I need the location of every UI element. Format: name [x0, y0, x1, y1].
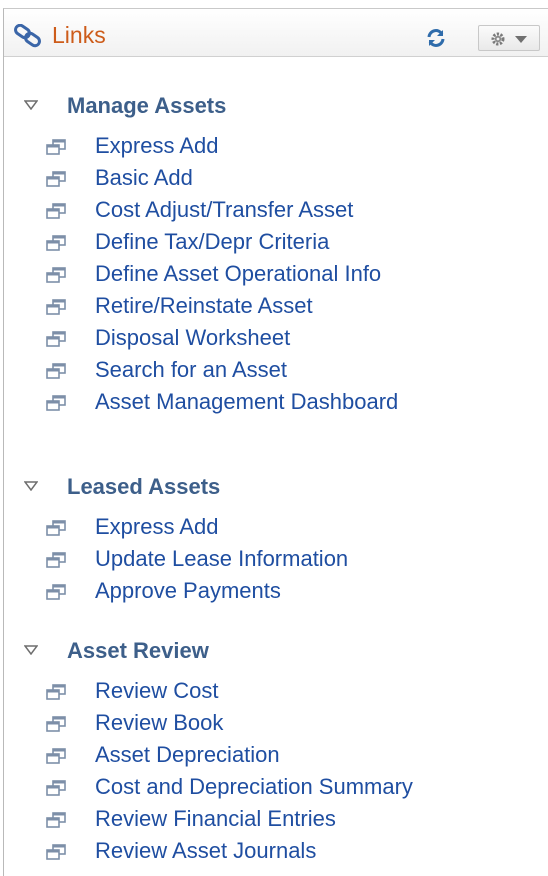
link-item[interactable]: Basic Add	[4, 164, 544, 192]
gear-icon	[491, 32, 505, 46]
links-chain-icon	[14, 24, 41, 48]
pagelet-options-button[interactable]	[478, 25, 540, 51]
link-label[interactable]: Retire/Reinstate Asset	[95, 292, 313, 320]
link-item[interactable]: Retire/Reinstate Asset	[4, 292, 544, 320]
link-item[interactable]: Express Add	[4, 132, 544, 160]
link-label[interactable]: Disposal Worksheet	[95, 324, 290, 352]
window-link-icon	[46, 363, 66, 379]
link-item[interactable]: Express Add	[4, 513, 544, 541]
link-item[interactable]: Approve Payments	[4, 577, 544, 605]
window-link-icon	[46, 203, 66, 219]
section-title: Asset Review	[67, 638, 209, 663]
section-header-2[interactable]: Leased Assets	[4, 473, 544, 501]
link-item[interactable]: Review Book	[4, 709, 544, 737]
link-label[interactable]: Asset Depreciation	[95, 741, 280, 769]
pagelet-header: Links	[4, 9, 548, 57]
link-label[interactable]: Express Add	[95, 513, 219, 541]
link-label[interactable]: Review Financial Entries	[95, 805, 336, 833]
window-link-icon	[46, 331, 66, 347]
link-label[interactable]: Review Asset Journals	[95, 837, 316, 865]
links-pagelet: Links Manage Assets Express Add Basic Add C…	[3, 8, 548, 876]
section-header-1[interactable]: Manage Assets	[4, 92, 544, 120]
link-item[interactable]: Define Asset Operational Info	[4, 260, 544, 288]
window-link-icon	[46, 299, 66, 315]
link-label[interactable]: Asset Management Dashboard	[95, 388, 398, 416]
link-label[interactable]: Cost and Depreciation Summary	[95, 773, 413, 801]
link-item[interactable]: Cost and Depreciation Summary	[4, 773, 544, 801]
chevron-down-icon	[515, 36, 527, 43]
link-item[interactable]: Review Financial Entries	[4, 805, 544, 833]
section-title: Manage Assets	[67, 93, 227, 118]
link-item[interactable]: Define Tax/Depr Criteria	[4, 228, 544, 256]
window-link-icon	[46, 171, 66, 187]
link-item[interactable]: Asset Depreciation	[4, 741, 544, 769]
window-link-icon	[46, 684, 66, 700]
window-link-icon	[46, 267, 66, 283]
link-label[interactable]: Cost Adjust/Transfer Asset	[95, 196, 353, 224]
refresh-icon[interactable]	[425, 27, 447, 49]
window-link-icon	[46, 780, 66, 796]
link-label[interactable]: Basic Add	[95, 164, 193, 192]
window-link-icon	[46, 552, 66, 568]
window-link-icon	[46, 716, 66, 732]
link-item[interactable]: Asset Management Dashboard	[4, 388, 544, 416]
window-link-icon	[46, 520, 66, 536]
link-label[interactable]: Define Asset Operational Info	[95, 260, 381, 288]
link-label[interactable]: Review Cost	[95, 677, 218, 705]
window-link-icon	[46, 748, 66, 764]
collapse-triangle-icon[interactable]	[24, 100, 38, 110]
link-item[interactable]: Cost Adjust/Transfer Asset	[4, 196, 544, 224]
section-header-3[interactable]: Asset Review	[4, 637, 544, 665]
collapse-triangle-icon[interactable]	[24, 645, 38, 655]
link-item[interactable]: Review Cost	[4, 677, 544, 705]
link-label[interactable]: Express Add	[95, 132, 219, 160]
pagelet-title: Links	[52, 22, 106, 48]
window-link-icon	[46, 812, 66, 828]
link-label[interactable]: Define Tax/Depr Criteria	[95, 228, 329, 256]
window-link-icon	[46, 395, 66, 411]
section-title: Leased Assets	[67, 474, 221, 499]
collapse-triangle-icon[interactable]	[24, 481, 38, 491]
link-item[interactable]: Disposal Worksheet	[4, 324, 544, 352]
window-link-icon	[46, 235, 66, 251]
link-label[interactable]: Update Lease Information	[95, 545, 348, 573]
link-label[interactable]: Approve Payments	[95, 577, 281, 605]
link-label[interactable]: Review Book	[95, 709, 223, 737]
link-item[interactable]: Search for an Asset	[4, 356, 544, 384]
window-link-icon	[46, 844, 66, 860]
window-link-icon	[46, 584, 66, 600]
link-item[interactable]: Review Asset Journals	[4, 837, 544, 865]
link-label[interactable]: Search for an Asset	[95, 356, 287, 384]
window-link-icon	[46, 139, 66, 155]
link-item[interactable]: Update Lease Information	[4, 545, 544, 573]
